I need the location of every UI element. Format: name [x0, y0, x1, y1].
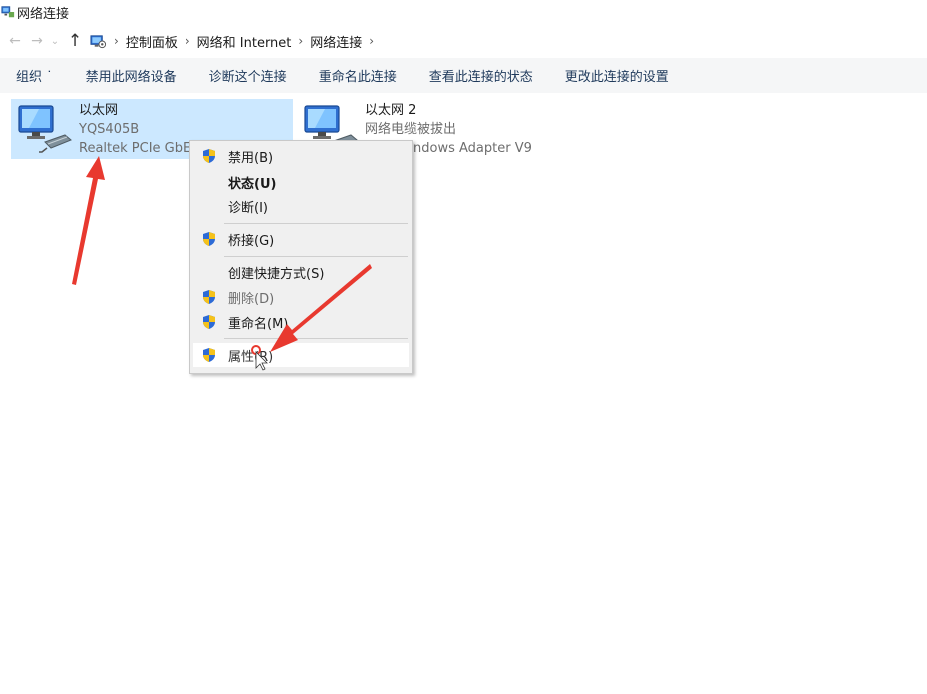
uac-shield-icon	[203, 290, 215, 304]
ethernet-adapter-icon	[18, 105, 72, 153]
uac-shield-icon	[203, 348, 215, 362]
diagnose-connection-button[interactable]: 诊断这个连接	[193, 66, 303, 85]
control-panel-icon	[90, 34, 107, 48]
breadcrumb-network-internet[interactable]: 网络和 Internet	[197, 32, 292, 51]
context-menu: 禁用(B) 状态(U) 诊断(I) 桥接(G) 创建快捷方式(S) 删除(D) …	[189, 140, 413, 374]
organize-button[interactable]: 组织 ˙	[0, 66, 70, 85]
adapter-network: YQS405B	[79, 122, 140, 137]
menu-separator	[224, 338, 408, 339]
uac-shield-icon	[203, 315, 215, 329]
adapter-name: 以太网	[79, 103, 119, 118]
menu-item-status[interactable]: 状态(U)	[193, 170, 409, 194]
command-bar: 组织 ˙ 禁用此网络设备 诊断这个连接 重命名此连接 查看此连接的状态 更改此连…	[0, 58, 927, 93]
window-title: 网络连接	[17, 6, 70, 22]
breadcrumb-separator[interactable]: ›	[185, 34, 190, 48]
adapter-name: 以太网 2	[365, 103, 417, 118]
menu-item-create-shortcut[interactable]: 创建快捷方式(S)	[193, 260, 409, 284]
breadcrumb-separator[interactable]: ›	[114, 34, 119, 48]
breadcrumb-network-connections[interactable]: 网络连接	[310, 32, 362, 51]
annotation-arrow-icon	[72, 156, 105, 285]
view-status-button[interactable]: 查看此连接的状态	[413, 66, 549, 85]
menu-item-bridge[interactable]: 桥接(G)	[193, 227, 409, 251]
uac-shield-icon	[203, 232, 215, 246]
adapter-network: 网络电缆被拔出	[365, 122, 457, 137]
network-connections-icon	[1, 6, 15, 18]
forward-arrow-icon[interactable]: →	[26, 29, 48, 53]
menu-item-delete[interactable]: 删除(D)	[193, 285, 409, 309]
menu-item-diagnose[interactable]: 诊断(I)	[193, 194, 409, 218]
menu-item-rename[interactable]: 重命名(M)	[193, 310, 409, 334]
uac-shield-icon	[203, 149, 215, 163]
navigation-bar: ← → ⌄ ↑ › 控制面板 › 网络和 Internet › 网络连接 ›	[0, 26, 927, 56]
title-bar: 网络连接	[0, 0, 927, 24]
breadcrumb-separator[interactable]: ›	[298, 34, 303, 48]
address-bar[interactable]: › 控制面板 › 网络和 Internet › 网络连接 ›	[90, 28, 381, 54]
adapter-device: ndows Adapter V9	[413, 141, 532, 156]
back-arrow-icon[interactable]: ←	[4, 29, 26, 53]
disable-device-button[interactable]: 禁用此网络设备	[70, 66, 193, 85]
menu-item-disable[interactable]: 禁用(B)	[193, 144, 409, 168]
rename-connection-button[interactable]: 重命名此连接	[303, 66, 413, 85]
menu-item-properties[interactable]: 属性(R)	[193, 343, 409, 367]
up-arrow-icon[interactable]: ↑	[64, 29, 86, 53]
menu-separator	[224, 223, 408, 224]
change-settings-button[interactable]: 更改此连接的设置	[549, 66, 685, 85]
chevron-down-icon[interactable]: ⌄	[48, 29, 62, 53]
adapter-device: Realtek PCIe GbE	[79, 141, 192, 156]
breadcrumb-control-panel[interactable]: 控制面板	[126, 32, 178, 51]
breadcrumb-separator[interactable]: ›	[369, 34, 374, 48]
menu-separator	[224, 256, 408, 257]
